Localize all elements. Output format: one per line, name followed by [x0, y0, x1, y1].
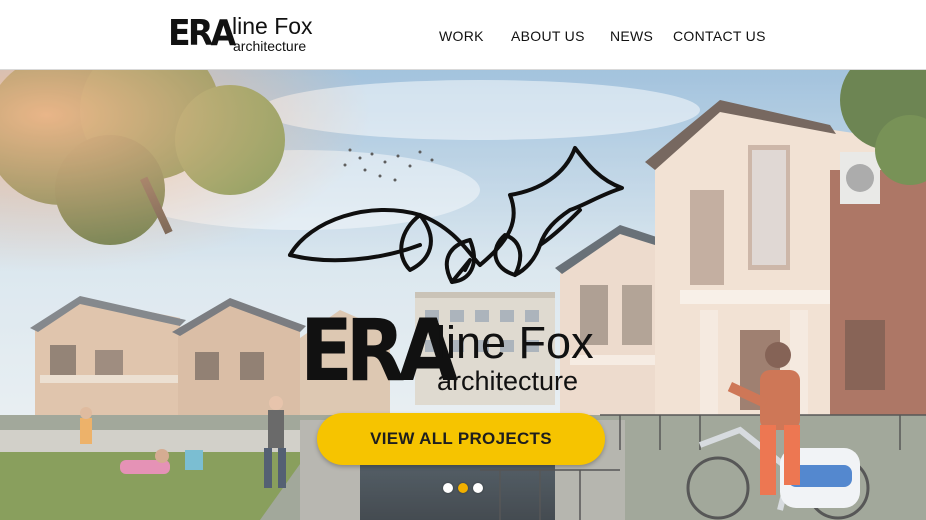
hero-logo-tagline: architecture [437, 366, 579, 396]
nav-item-news[interactable]: NEWS [610, 28, 653, 44]
hero-logo-mark: ERA [300, 301, 458, 401]
site-header: ERA line Fox architecture WORK ABOUT US … [0, 0, 926, 70]
slide-dot-1[interactable] [443, 483, 453, 493]
hero-slider: ERA line Fox architecture VIEW ALL PROJE… [0, 70, 926, 520]
slide-dot-2-active[interactable] [458, 483, 468, 493]
main-nav: WORK ABOUT US NEWS CONTACT US [0, 28, 926, 48]
nav-item-about-us[interactable]: ABOUT US [511, 28, 585, 44]
view-all-projects-button[interactable]: VIEW ALL PROJECTS [317, 413, 605, 465]
nav-item-work[interactable]: WORK [439, 28, 484, 44]
nav-item-contact-us[interactable]: CONTACT US [673, 28, 766, 44]
slide-dot-3[interactable] [473, 483, 483, 493]
hero-logo-name: line Fox [436, 317, 594, 368]
